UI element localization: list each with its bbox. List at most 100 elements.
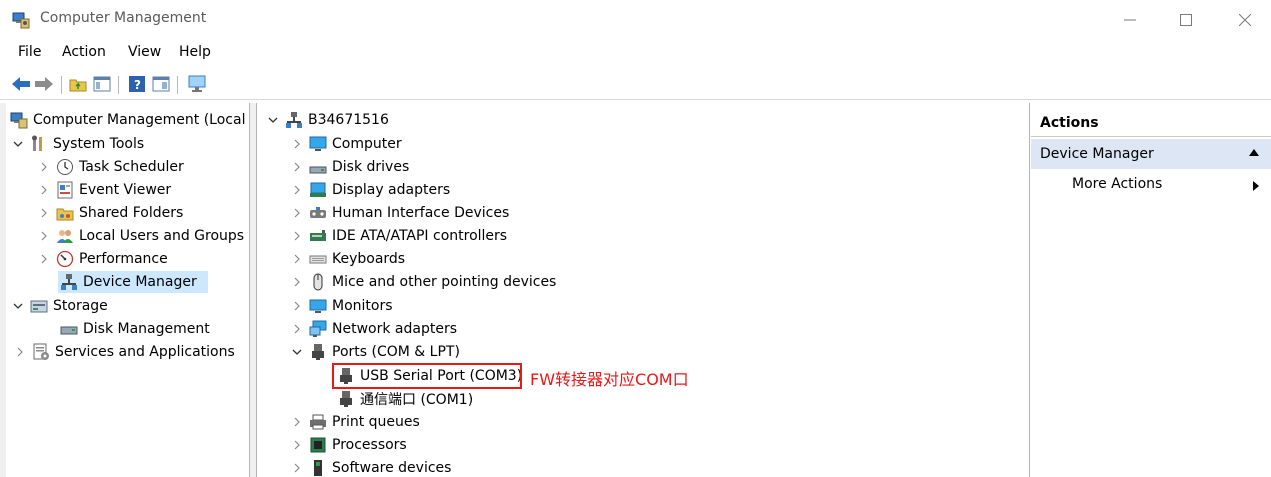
chevron-right-icon[interactable] (291, 206, 303, 220)
tree-item-local-users[interactable]: Local Users and Groups (38, 225, 244, 247)
properties-icon[interactable] (151, 74, 171, 94)
chevron-right-icon[interactable] (291, 299, 303, 313)
close-button[interactable] (1222, 0, 1268, 40)
tree-item-system-tools[interactable]: System Tools (12, 133, 144, 155)
device-root[interactable]: B34671516 (267, 109, 389, 131)
up-folder-icon[interactable] (68, 74, 88, 94)
chevron-right-icon[interactable] (38, 252, 50, 266)
clock-icon (56, 158, 74, 176)
tree-label: Monitors (332, 298, 393, 314)
device-category-computer[interactable]: Computer (291, 133, 402, 155)
chevron-down-icon[interactable] (291, 345, 303, 359)
chevron-right-icon[interactable] (291, 322, 303, 336)
submenu-arrow-icon[interactable] (1253, 181, 1259, 191)
tree-label: Services and Applications (55, 344, 235, 360)
more-actions-item[interactable]: More Actions (1072, 176, 1162, 192)
device-category-disk-drives[interactable]: Disk drives (291, 156, 409, 178)
menu-help[interactable]: Help (179, 44, 211, 60)
tree-label: Storage (53, 298, 108, 314)
chevron-right-icon[interactable] (291, 137, 303, 151)
title-bar: Computer Management (0, 0, 1271, 40)
device-category-software-devices[interactable]: Software devices (291, 457, 451, 477)
actions-group-label: Device Manager (1040, 146, 1154, 162)
device-category-keyboards[interactable]: Keyboards (291, 248, 405, 270)
device-category-processors[interactable]: Processors (291, 434, 407, 456)
tree-label: Event Viewer (79, 182, 172, 198)
device-manager-icon (60, 273, 78, 291)
device-category-mice[interactable]: Mice and other pointing devices (291, 271, 556, 293)
device-category-ports[interactable]: Ports (COM & LPT) (291, 341, 460, 363)
tree-label: Processors (332, 437, 407, 453)
storage-icon (30, 297, 48, 315)
help-icon[interactable]: ? (127, 74, 147, 94)
device-comm-port[interactable]: 通信端口 (COM1) (337, 388, 473, 410)
tree-item-device-manager[interactable]: Device Manager (58, 271, 208, 293)
tree-label: Shared Folders (79, 205, 184, 221)
tree-item-shared-folders[interactable]: Shared Folders (38, 202, 183, 224)
device-category-hid[interactable]: Human Interface Devices (291, 202, 509, 224)
device-category-monitors[interactable]: Monitors (291, 295, 393, 317)
toolbar-separator (177, 76, 178, 94)
actions-header: Actions (1031, 109, 1271, 137)
printer-icon (309, 413, 327, 431)
tree-label: Ports (COM & LPT) (332, 344, 460, 360)
maximize-button[interactable] (1163, 0, 1209, 40)
shared-folder-icon (56, 204, 74, 222)
back-arrow-icon[interactable] (11, 74, 31, 94)
chevron-right-icon[interactable] (291, 252, 303, 266)
performance-gauge-icon (56, 250, 74, 268)
tree-item-event-viewer[interactable]: Event Viewer (38, 179, 171, 201)
tree-label: Network adapters (332, 321, 457, 337)
menu-view[interactable]: View (128, 44, 161, 60)
chevron-right-icon[interactable] (291, 415, 303, 429)
chevron-right-icon[interactable] (291, 275, 303, 289)
hid-icon (309, 204, 327, 222)
tree-label: Software devices (332, 460, 452, 476)
actions-group-device-manager[interactable]: Device Manager (1031, 139, 1271, 169)
device-category-ide[interactable]: IDE ATA/ATAPI controllers (291, 225, 507, 247)
serial-port-icon (337, 390, 355, 408)
collapse-arrow-icon[interactable] (1249, 149, 1259, 156)
chevron-right-icon[interactable] (291, 461, 303, 475)
device-category-print-queues[interactable]: Print queues (291, 411, 420, 433)
tree-item-storage[interactable]: Storage (12, 295, 108, 317)
forward-arrow-icon[interactable] (34, 74, 54, 94)
tree-label: Device Manager (83, 274, 197, 290)
computer-management-icon (10, 111, 28, 129)
chevron-right-icon[interactable] (291, 438, 303, 452)
chevron-right-icon[interactable] (291, 229, 303, 243)
minimize-button[interactable] (1107, 0, 1153, 40)
tree-item-task-scheduler[interactable]: Task Scheduler (38, 156, 184, 178)
chevron-right-icon[interactable] (291, 183, 303, 197)
tree-item-services-apps[interactable]: Services and Applications (14, 341, 235, 363)
tree-label: Mice and other pointing devices (332, 274, 557, 290)
svg-text:?: ? (134, 78, 141, 92)
tree-label: Human Interface Devices (332, 205, 510, 221)
annotation-text: FW转接器对应COM口 (530, 370, 689, 389)
tree-label: Disk Management (83, 321, 210, 337)
chevron-right-icon[interactable] (14, 345, 26, 359)
tree-label: B34671516 (308, 112, 389, 128)
chevron-right-icon[interactable] (38, 160, 50, 174)
chevron-right-icon[interactable] (38, 183, 50, 197)
tree-item-performance[interactable]: Performance (38, 248, 168, 270)
services-icon (32, 343, 50, 361)
menu-file[interactable]: File (18, 44, 41, 60)
device-category-display-adapters[interactable]: Display adapters (291, 179, 450, 201)
tree-item-computer-management[interactable]: Computer Management (Local (10, 109, 245, 131)
computer-management-icon (12, 11, 30, 29)
tree-label: 通信端口 (COM1) (360, 392, 474, 408)
chevron-right-icon[interactable] (38, 229, 50, 243)
chevron-down-icon[interactable] (267, 113, 279, 127)
window-title: Computer Management (40, 10, 207, 26)
chevron-down-icon[interactable] (12, 299, 24, 313)
menu-action[interactable]: Action (62, 44, 106, 60)
chevron-down-icon[interactable] (12, 137, 24, 151)
show-hide-tree-icon[interactable] (92, 74, 112, 94)
tree-item-disk-management[interactable]: Disk Management (60, 318, 210, 340)
device-category-network[interactable]: Network adapters (291, 318, 457, 340)
chevron-right-icon[interactable] (291, 160, 303, 174)
monitor-icon[interactable] (187, 74, 207, 94)
chevron-right-icon[interactable] (38, 206, 50, 220)
computer-icon (309, 135, 327, 153)
